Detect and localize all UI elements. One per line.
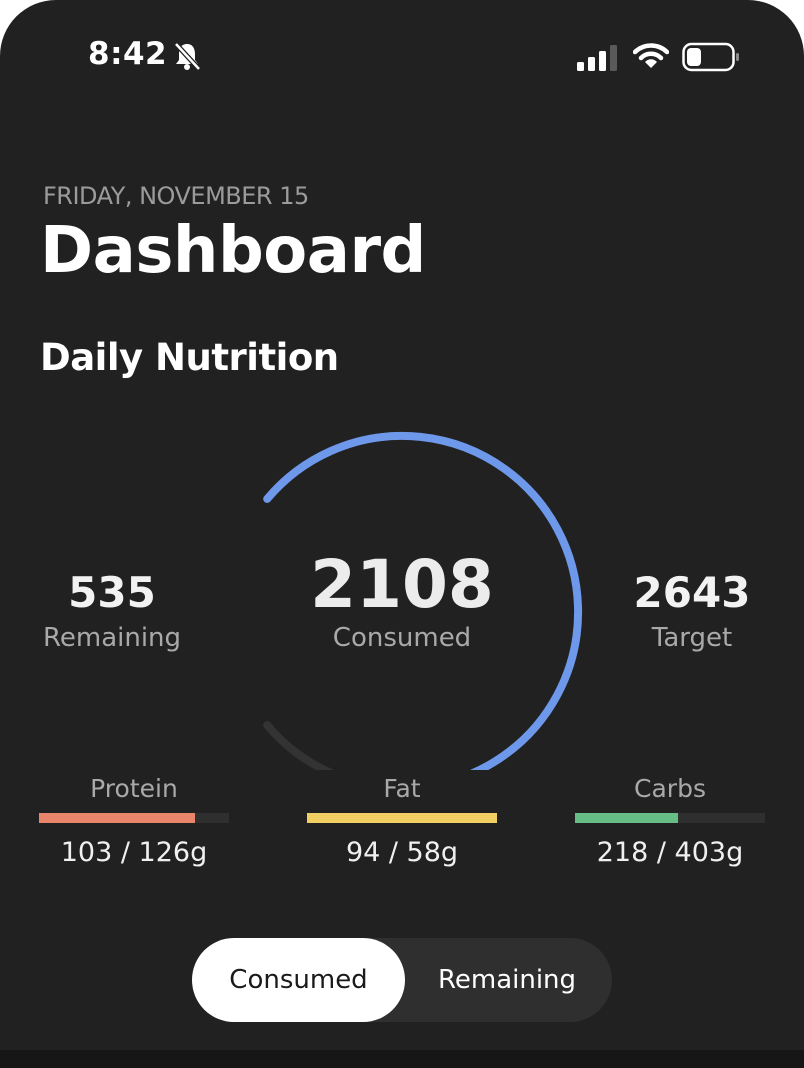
remaining-stat: 535 Remaining <box>22 568 202 653</box>
cellular-signal-icon <box>577 45 617 71</box>
consumed-stat: 2108 Consumed <box>262 546 542 653</box>
consumed-value: 2108 <box>310 546 494 623</box>
bell-slash-icon <box>174 42 201 71</box>
toggle-remaining[interactable]: Remaining <box>402 938 612 1022</box>
protein-label: Protein <box>90 774 178 803</box>
target-label: Target <box>651 623 733 653</box>
page-title: Dashboard <box>40 214 426 288</box>
macro-carbs: Carbs 218 / 403g <box>575 774 765 868</box>
protein-progress-track <box>39 813 229 823</box>
fat-label: Fat <box>383 774 421 803</box>
phone-screen: 8:42 FRIDAY, NOVEMBER 15 Dashboard Daily… <box>0 0 804 1068</box>
ring-track <box>263 721 335 770</box>
view-toggle: Consumed Remaining <box>192 938 612 1022</box>
battery-icon <box>682 42 739 72</box>
wifi-icon <box>633 43 669 68</box>
date-label: FRIDAY, NOVEMBER 15 <box>43 182 309 210</box>
macro-protein: Protein 103 / 126g <box>39 774 229 868</box>
fat-value: 94 / 58g <box>345 837 459 868</box>
carbs-progress-track <box>575 813 765 823</box>
bottom-panel <box>0 1050 804 1068</box>
status-time: 8:42 <box>88 36 168 72</box>
remaining-label: Remaining <box>42 623 182 653</box>
protein-progress-fill <box>39 813 195 823</box>
carbs-progress-fill <box>575 813 678 823</box>
section-title: Daily Nutrition <box>40 336 339 379</box>
protein-value: 103 / 126g <box>60 837 208 868</box>
carbs-value: 218 / 403g <box>596 837 744 868</box>
target-value: 2643 <box>633 568 751 617</box>
toggle-consumed[interactable]: Consumed <box>192 938 405 1022</box>
target-stat: 2643 Target <box>602 568 782 653</box>
fat-progress-track <box>307 813 497 823</box>
remaining-value: 535 <box>68 568 156 617</box>
consumed-label: Consumed <box>332 623 472 653</box>
carbs-label: Carbs <box>634 774 706 803</box>
fat-progress-fill <box>307 813 497 823</box>
macro-fat: Fat 94 / 58g <box>307 774 497 868</box>
